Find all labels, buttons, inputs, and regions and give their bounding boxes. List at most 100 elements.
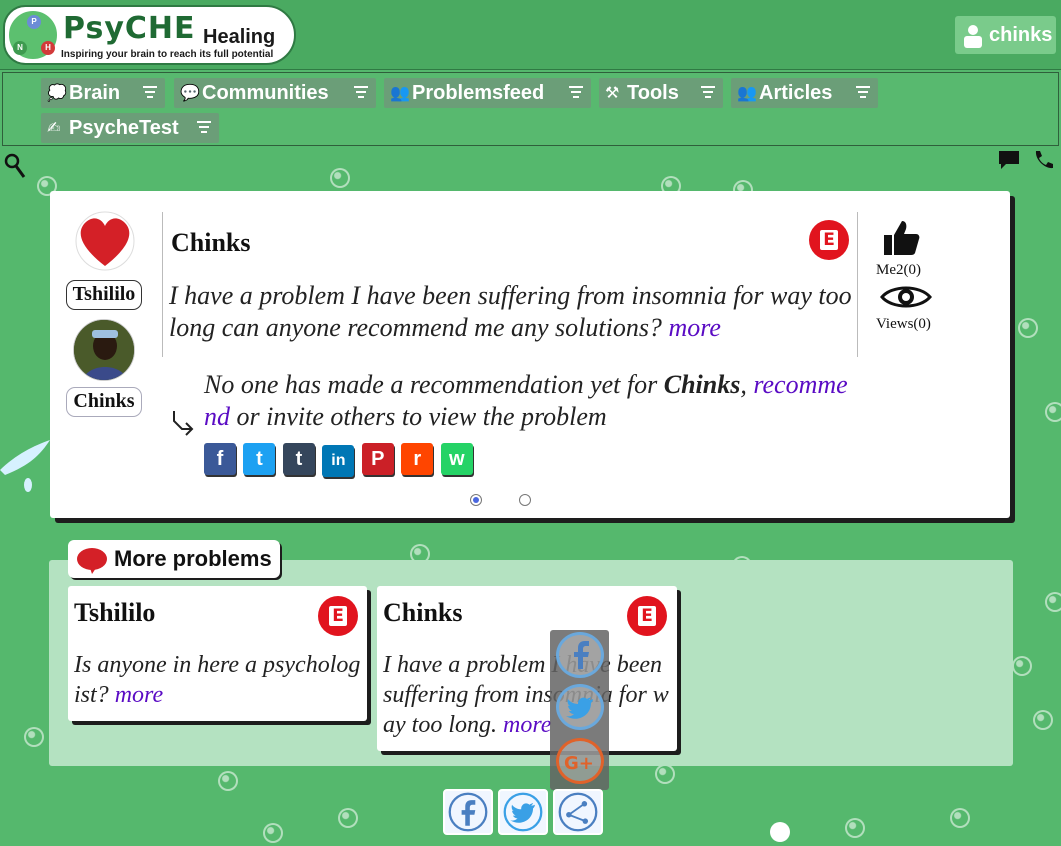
carousel-dot-1[interactable] (470, 494, 482, 506)
logo-letter: H (41, 41, 55, 55)
pen-icon: ✍ (47, 119, 61, 137)
filter-icon[interactable] (354, 86, 368, 99)
phone-icon[interactable] (1033, 150, 1055, 170)
logo-tagline: Inspiring your brain to reach its full p… (61, 49, 274, 60)
heart-icon (75, 211, 135, 271)
problem-card: Tshililo Chinks Chinks E I have a proble… (50, 191, 1010, 518)
chat-bubble-icon: 💬 (180, 84, 200, 102)
facebook-icon (448, 792, 488, 832)
bubble-decoration (330, 168, 350, 188)
poster-name[interactable]: Tshililo (66, 280, 142, 310)
me2-count[interactable]: Me2(0) (876, 262, 946, 279)
more-link[interactable]: more (115, 682, 163, 708)
tumblr-icon[interactable]: t (282, 443, 315, 475)
logo-letter: P (27, 15, 41, 29)
more-problems-title: More problems (114, 546, 272, 571)
top-bar: P N H PsyCHE Healing Inspiring your brai… (0, 0, 1061, 70)
problem-body: I have a problem I have been suffering f… (169, 281, 852, 342)
problem-mini-card[interactable]: Chinks E I have a problem I have been su… (377, 586, 677, 751)
whatsapp-icon[interactable]: w (440, 443, 473, 475)
reco-prefix: No one has made a recommendation yet for (204, 370, 658, 399)
twitter-icon[interactable]: t (243, 443, 276, 475)
google-plus-icon: G+ (564, 753, 594, 774)
more-problems-heading: More problems (68, 540, 280, 578)
nav-item-tools[interactable]: ⚒ Tools (599, 78, 723, 108)
problem-mini-card[interactable]: Tshililo E Is anyone in here a psycholog… (68, 586, 367, 721)
mini-card-title[interactable]: Chinks (383, 598, 463, 628)
svg-text:G+: G+ (564, 753, 594, 774)
problem-text: I have a problem I have been suffering f… (169, 280, 853, 344)
people-icon: 👥 (390, 84, 410, 102)
reco-comma: , (740, 370, 747, 399)
logo-letter: N (13, 41, 27, 55)
facebook-icon (574, 641, 589, 669)
bubble-decoration (770, 822, 790, 842)
logo-title: PsyCHE (63, 11, 196, 46)
bubble-decoration (263, 823, 283, 843)
nav-item-brain[interactable]: 💭 Brain (41, 78, 165, 108)
people-icon: 👥 (737, 84, 757, 102)
facebook-share-button[interactable] (556, 632, 604, 678)
mini-card-text: I have a problem I have been suffering f… (383, 650, 673, 740)
site-logo[interactable]: P N H PsyCHE Healing Inspiring your brai… (3, 5, 296, 65)
bubble-decoration (338, 808, 358, 828)
recommend-arrow-icon (173, 411, 194, 436)
avatar[interactable] (73, 319, 135, 381)
nav-label: Communities (202, 82, 329, 104)
bubble-decoration (950, 808, 970, 828)
filter-icon[interactable] (856, 86, 870, 99)
message-icon[interactable] (998, 150, 1020, 170)
bubble-decoration (24, 727, 44, 747)
views-count: Views(0) (876, 316, 931, 332)
avatar-image (74, 320, 134, 380)
filter-icon[interactable] (569, 86, 583, 99)
filter-icon[interactable] (197, 121, 211, 134)
twitter-share-button[interactable] (498, 789, 548, 835)
thumbs-up-icon[interactable] (880, 217, 920, 257)
nav-item-problemsfeed[interactable]: 👥 Problemsfeed (384, 78, 591, 108)
reddit-icon[interactable]: r (401, 443, 434, 475)
floating-share-bar: G+ (550, 630, 609, 790)
bubble-decoration (1018, 318, 1038, 338)
twitter-icon (503, 792, 543, 832)
problem-title[interactable]: Chinks (171, 228, 251, 258)
carousel-dot-2[interactable] (519, 494, 531, 506)
googleplus-share-button[interactable]: G+ (556, 738, 604, 784)
nav-item-articles[interactable]: 👥 Articles (731, 78, 878, 108)
mini-card-text: Is anyone in here a psychologist? more (74, 650, 364, 710)
edit-badge-icon[interactable]: E (627, 596, 667, 636)
share-button[interactable] (553, 789, 603, 835)
filter-icon[interactable] (701, 86, 715, 99)
share-buttons: f t t in P r w (204, 443, 476, 477)
search-icon[interactable] (4, 153, 26, 179)
mini-card-title[interactable]: Tshililo (74, 598, 155, 628)
linkedin-icon[interactable]: in (322, 445, 355, 477)
author-name[interactable]: Chinks (66, 387, 142, 417)
edit-badge-icon[interactable]: E (318, 596, 358, 636)
nav-item-psychetest[interactable]: ✍ PsycheTest (41, 113, 219, 143)
recommendation-text: No one has made a recommendation yet for… (204, 369, 859, 433)
filter-icon[interactable] (143, 86, 157, 99)
nav-item-communities[interactable]: 💬 Communities (174, 78, 376, 108)
user-icon (964, 25, 982, 48)
bubble-decoration (218, 771, 238, 791)
eye-icon (880, 286, 932, 308)
tools-icon: ⚒ (605, 84, 620, 102)
bubble-decoration (655, 764, 675, 784)
facebook-icon[interactable]: f (204, 443, 236, 475)
bubble-decoration (1045, 402, 1061, 422)
pinterest-icon[interactable]: P (361, 443, 394, 475)
twitter-share-button[interactable] (556, 684, 604, 730)
bubble-decoration (1033, 710, 1053, 730)
facebook-share-button[interactable] (443, 789, 493, 835)
more-link[interactable]: more (503, 712, 551, 738)
brain-icon: 💭 (47, 84, 67, 102)
nav-label: Tools (627, 82, 679, 104)
logo-emblem: P N H (7, 9, 59, 61)
main-navigation: 💭 Brain 💬 Communities 👥 Problemsfeed ⚒ Tools… (2, 72, 1059, 146)
logo-subtitle: Healing (199, 26, 280, 49)
user-account-button[interactable]: chinks (955, 16, 1056, 54)
nav-label: Brain (69, 82, 121, 104)
more-link[interactable]: more (668, 313, 720, 342)
edit-badge-icon[interactable]: E (809, 220, 849, 260)
